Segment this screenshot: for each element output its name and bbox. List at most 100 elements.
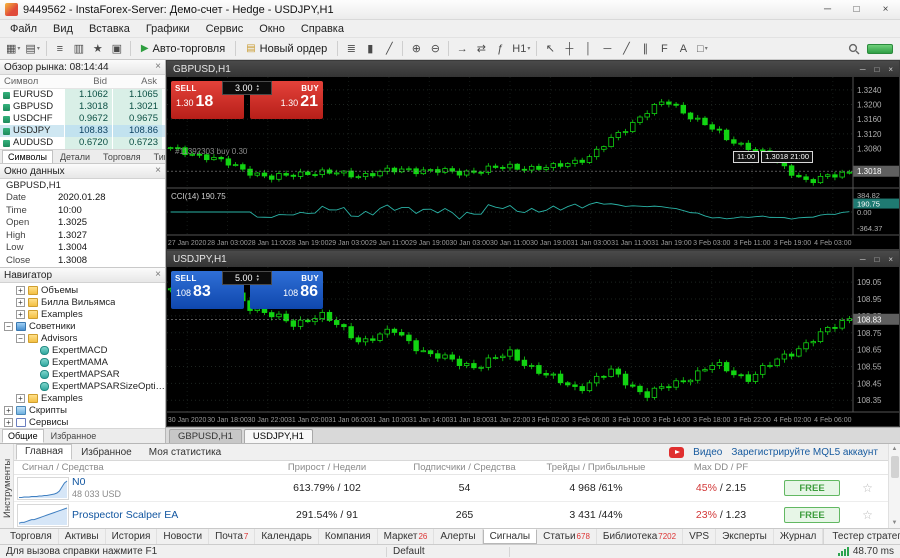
bars-chart-icon[interactable]: ≣ — [342, 40, 360, 58]
signal-row[interactable]: Prospector Scalper EA291.54% / 912653 43… — [14, 502, 888, 528]
text-label-icon[interactable]: A — [674, 40, 692, 58]
signal-name-link[interactable]: Prospector Scalper EA — [72, 509, 252, 522]
tree-expander-icon[interactable]: + — [4, 406, 13, 415]
navigator-item[interactable]: +Examples — [0, 392, 165, 404]
navigator-item[interactable]: +Скрипты — [0, 404, 165, 416]
menu-item[interactable]: Справка — [293, 20, 352, 37]
shapes-icon[interactable]: □▾ — [693, 40, 711, 58]
fibonacci-icon[interactable]: F — [655, 40, 673, 58]
scrollbar-thumb[interactable] — [891, 456, 899, 478]
tree-expander-icon[interactable]: − — [16, 334, 25, 343]
navigator-item[interactable]: ExpertMAMA — [0, 356, 165, 368]
market-watch-tab[interactable]: Тик... — [148, 150, 165, 164]
chart-canvas[interactable]: 30 Jan 202030 Jan 18:0030 Jan 22:0031 Ja… — [167, 267, 899, 426]
chart-minimize-icon[interactable]: ─ — [860, 65, 866, 74]
signal-row[interactable]: N048 033 USD613.79% / 102544 968 /61%45%… — [14, 475, 888, 502]
market-watch-tab[interactable]: Детали — [54, 150, 96, 164]
chart-tab[interactable]: USDJPY,H1 — [244, 429, 313, 443]
market-watch-row[interactable]: EURUSD1.10621.1065 — [0, 89, 165, 101]
toolbox-tab[interactable]: Моя статистика — [141, 446, 230, 460]
register-mql5-link[interactable]: Зарегистрируйте MQL5 аккаунт — [731, 447, 878, 458]
favorite-star-icon[interactable]: ☆ — [847, 508, 888, 522]
new-chart-icon[interactable]: ▦▾ — [4, 40, 22, 58]
toolbox-tab[interactable]: Главная — [16, 444, 72, 460]
spin-down-icon[interactable]: ▾ — [257, 278, 260, 282]
menu-item[interactable]: Окно — [251, 20, 293, 37]
market-watch-icon[interactable]: ≡ — [51, 40, 69, 58]
tree-expander-icon[interactable]: + — [16, 286, 25, 295]
tree-expander-icon[interactable]: + — [16, 298, 25, 307]
autotrade-button[interactable]: ▶Авто-торговля — [135, 40, 231, 58]
maximize-button[interactable]: □ — [842, 0, 871, 19]
market-watch-row[interactable]: AUDUSD0.67200.6723 — [0, 137, 165, 149]
navigator-item[interactable]: ExpertMAPSARSizeOptim... — [0, 380, 165, 392]
close-panel-icon[interactable]: × — [155, 166, 161, 176]
video-link[interactable]: Видео — [693, 447, 722, 458]
close-panel-icon[interactable]: × — [155, 270, 161, 280]
toolbox-bottom-tab[interactable]: Журнал — [774, 529, 824, 544]
close-panel-icon[interactable]: × — [155, 62, 161, 72]
trendline-icon[interactable]: ╱ — [617, 40, 635, 58]
toolbox-bottom-tab[interactable]: Календарь — [255, 529, 318, 544]
toolbox-bottom-tab[interactable]: VPS — [683, 529, 716, 544]
toolbox-bottom-tab[interactable]: Новости — [157, 529, 209, 544]
market-watch-tab[interactable]: Торговля — [97, 150, 147, 164]
toolbox-bottom-tab[interactable]: Почта7 — [209, 529, 255, 544]
chart-restore-icon[interactable]: □ — [874, 65, 879, 74]
navigator-item[interactable]: −Advisors — [0, 332, 165, 344]
navigator-item[interactable]: ExpertMACD — [0, 344, 165, 356]
menu-item[interactable]: Сервис — [198, 20, 252, 37]
lot-size-spinner[interactable]: 5.00▴▾ — [222, 271, 272, 285]
chart-tab[interactable]: GBPUSD,H1 — [169, 429, 242, 443]
toolbox-icon[interactable]: ▣ — [108, 40, 126, 58]
chart-minimize-icon[interactable]: ─ — [860, 255, 866, 264]
toolbox-bottom-tab[interactable]: История — [106, 529, 158, 544]
market-watch-row[interactable]: USDJPY108.83108.86 — [0, 125, 165, 137]
navigator-item[interactable]: +Объемы — [0, 284, 165, 296]
tree-expander-icon[interactable]: + — [4, 418, 13, 427]
menu-item[interactable]: Вид — [45, 20, 81, 37]
chart-window-titlebar[interactable]: GBPUSD,H1─□× — [167, 61, 899, 77]
tree-expander-icon[interactable]: − — [4, 322, 13, 331]
toolbox-bottom-tab[interactable]: Маркет26 — [378, 529, 435, 544]
crosshair-icon[interactable]: ┼ — [560, 40, 578, 58]
subscribe-free-button[interactable]: FREE — [784, 480, 840, 496]
status-profile[interactable]: Default — [393, 546, 503, 557]
chart-canvas[interactable]: 27 Jan 202028 Jan 03:0028 Jan 11:0028 Ja… — [167, 77, 899, 249]
timeframes-icon[interactable]: H1▾ — [510, 40, 532, 58]
zoom-in-icon[interactable]: ⊕ — [407, 40, 425, 58]
chart-shift-icon[interactable]: ⇄ — [472, 40, 490, 58]
minimize-button[interactable]: ─ — [813, 0, 842, 19]
zoom-out-icon[interactable]: ⊖ — [426, 40, 444, 58]
cursor-icon[interactable]: ↖ — [541, 40, 559, 58]
toolbox-bottom-tab[interactable]: Компания — [319, 529, 378, 544]
toolbox-bottom-tab[interactable]: Активы — [59, 529, 106, 544]
market-watch-tab[interactable]: Символы — [2, 150, 53, 164]
tree-expander-icon[interactable]: + — [16, 310, 25, 319]
autoscroll-icon[interactable]: → — [453, 40, 471, 58]
menu-item[interactable]: Графики — [138, 20, 198, 37]
signal-name-link[interactable]: N0 — [72, 476, 252, 489]
profiles-icon[interactable]: ▤▾ — [23, 40, 41, 58]
navigator-item[interactable]: +Билла Вильямса — [0, 296, 165, 308]
line-chart-icon[interactable]: ╱ — [380, 40, 398, 58]
scrollbar[interactable]: ▲ ▼ — [888, 444, 900, 528]
navigator-item[interactable]: +Examples — [0, 308, 165, 320]
favorite-star-icon[interactable]: ☆ — [847, 481, 888, 495]
tree-expander-icon[interactable]: + — [16, 394, 25, 403]
vertical-line-icon[interactable]: │ — [579, 40, 597, 58]
navigator-tab[interactable]: Избранное — [45, 429, 103, 443]
new-order-button[interactable]: ▤Новый ордер — [240, 40, 333, 58]
data-window-icon[interactable]: ▥ — [70, 40, 88, 58]
horizontal-line-icon[interactable]: ─ — [598, 40, 616, 58]
candles-chart-icon[interactable]: ▮ — [361, 40, 379, 58]
navigator-item[interactable]: +Сервисы — [0, 416, 165, 428]
strategy-tester-tab[interactable]: Тестер стратегий — [823, 529, 900, 544]
toolbox-bottom-tab[interactable]: Статьи678 — [537, 529, 597, 544]
indicators-icon[interactable]: ƒ — [491, 40, 509, 58]
subscribe-free-button[interactable]: FREE — [784, 507, 840, 523]
toolbox-tab[interactable]: Избранное — [73, 446, 140, 460]
menu-item[interactable]: Вставка — [81, 20, 138, 37]
chart-close-icon[interactable]: × — [888, 255, 893, 264]
toolbox-bottom-tab[interactable]: Библиотека7202 — [597, 529, 683, 544]
